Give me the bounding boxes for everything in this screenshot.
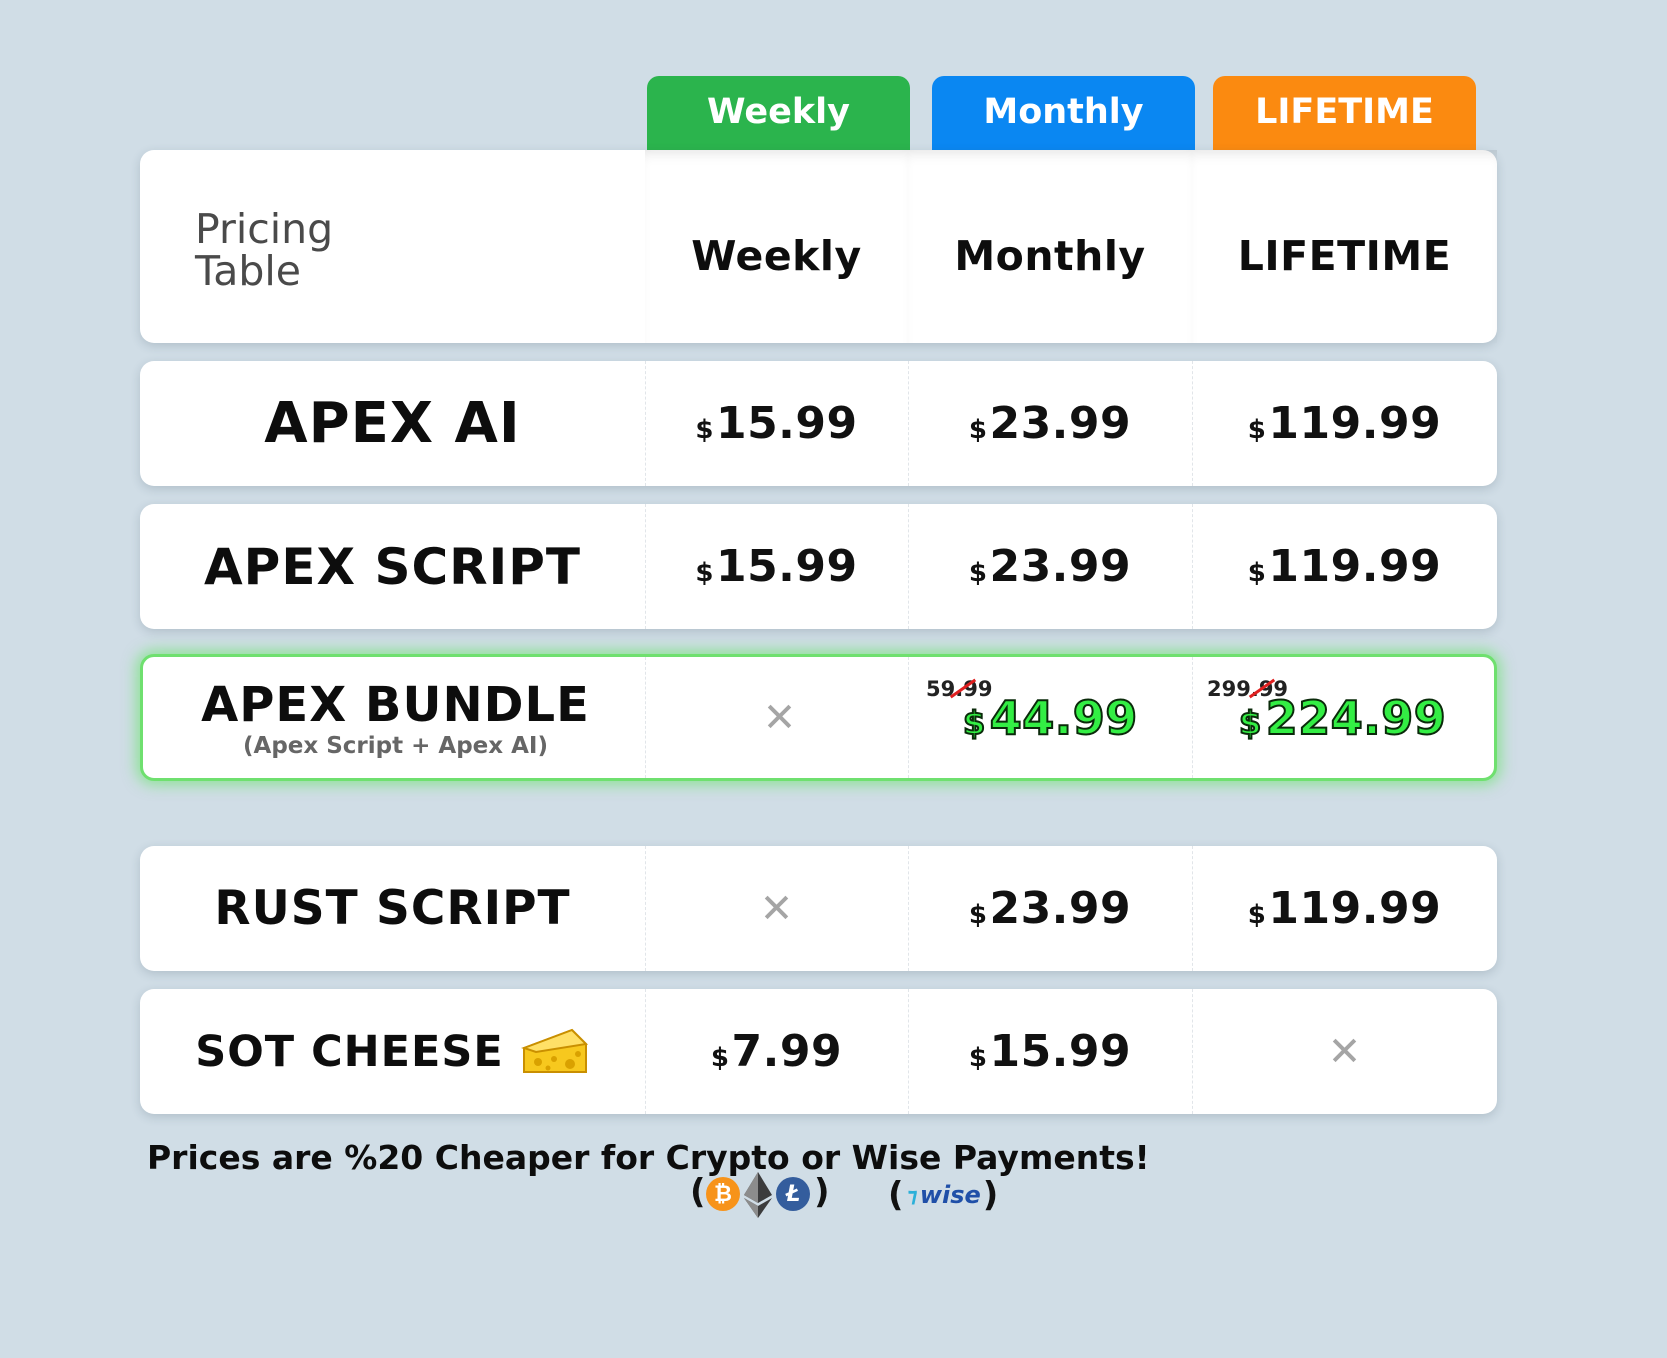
currency-symbol: $ bbox=[968, 415, 988, 445]
price-monthly: $23.99 bbox=[908, 361, 1192, 486]
product-name-cell: APEX SCRIPT bbox=[140, 504, 645, 629]
wise-label: wise bbox=[919, 1181, 981, 1209]
paren-open: ( bbox=[888, 1175, 904, 1215]
price-weekly: ✕ bbox=[648, 657, 911, 778]
price-monthly: $23.99 bbox=[908, 846, 1192, 971]
price-value: 119.99 bbox=[1268, 883, 1442, 934]
product-name-cell: APEX BUNDLE (Apex Script + Apex AI) bbox=[143, 657, 648, 778]
tab-weekly[interactable]: Weekly bbox=[647, 76, 910, 164]
unavailable-x-icon: ✕ bbox=[762, 694, 797, 741]
product-name: RUST SCRIPT bbox=[214, 881, 571, 936]
header-weekly: Weekly bbox=[645, 150, 908, 343]
currency-symbol: $ bbox=[968, 558, 988, 588]
price-lifetime: $119.99 bbox=[1192, 361, 1497, 486]
paren-close: ) bbox=[814, 1172, 830, 1212]
table-row-sot-cheese: SOT CHEESE $7.99 $15.99 ✕ bbox=[140, 989, 1497, 1114]
tab-lifetime[interactable]: LIFETIME bbox=[1213, 76, 1476, 164]
price-value: 15.99 bbox=[989, 1026, 1132, 1077]
unavailable-x-icon: ✕ bbox=[1327, 1028, 1362, 1075]
currency-symbol: $ bbox=[1238, 703, 1262, 743]
product-name: SOT CHEESE bbox=[195, 1026, 504, 1077]
price-value: 15.99 bbox=[715, 398, 858, 449]
paren-open: ( bbox=[690, 1172, 706, 1212]
price-lifetime: $119.99 bbox=[1192, 504, 1497, 629]
currency-symbol: $ bbox=[1247, 415, 1267, 445]
header-lifetime-label: LIFETIME bbox=[1237, 231, 1452, 280]
payment-note: Prices are %20 Cheaper for Crypto or Wis… bbox=[147, 1138, 1150, 1177]
ethereum-icon bbox=[744, 1172, 772, 1218]
wise-flag-icon: ⁊ bbox=[907, 1183, 918, 1207]
price-value: 44.99 bbox=[989, 690, 1139, 746]
tab-monthly-label: Monthly bbox=[983, 92, 1144, 132]
currency-symbol: $ bbox=[695, 558, 714, 588]
cheese-icon bbox=[520, 1028, 588, 1073]
table-row-apex-bundle: APEX BUNDLE (Apex Script + Apex AI) ✕ 59… bbox=[140, 654, 1497, 781]
table-row-apex-script: APEX SCRIPT $15.99 $23.99 $119.99 bbox=[140, 504, 1497, 629]
wise-logo: ( ⁊ wise ) bbox=[888, 1172, 998, 1218]
table-row-apex-ai: APEX AI $15.99 $23.99 $119.99 bbox=[140, 361, 1497, 486]
tab-lifetime-label: LIFETIME bbox=[1255, 92, 1434, 132]
page-title-line1: Pricing bbox=[195, 205, 334, 253]
header-monthly: Monthly bbox=[908, 150, 1192, 343]
currency-symbol: $ bbox=[968, 1043, 988, 1073]
product-name-cell: RUST SCRIPT bbox=[140, 846, 645, 971]
currency-symbol: $ bbox=[1247, 558, 1267, 588]
price-value: 23.99 bbox=[989, 883, 1132, 934]
product-name-cell: APEX AI bbox=[140, 361, 645, 486]
currency-symbol: $ bbox=[695, 415, 714, 445]
page-title-line2: Table bbox=[195, 247, 302, 295]
product-name: APEX BUNDLE bbox=[201, 676, 590, 733]
currency-symbol: $ bbox=[968, 900, 988, 930]
header-monthly-label: Monthly bbox=[954, 231, 1146, 280]
bitcoin-icon: ₿ bbox=[706, 1177, 740, 1211]
litecoin-icon: Ł bbox=[776, 1177, 810, 1211]
price-weekly: $7.99 bbox=[645, 989, 908, 1114]
header-weekly-label: Weekly bbox=[691, 231, 862, 280]
price-value: 119.99 bbox=[1268, 541, 1442, 592]
discount-price: $224.99 bbox=[1238, 690, 1447, 746]
price-value: 23.99 bbox=[989, 398, 1132, 449]
price-lifetime: $119.99 bbox=[1192, 846, 1497, 971]
discount-price: $44.99 bbox=[962, 690, 1139, 746]
currency-symbol: $ bbox=[710, 1043, 730, 1073]
price-value: 7.99 bbox=[731, 1026, 843, 1077]
crypto-icons: ( ₿ Ł ) bbox=[690, 1172, 830, 1218]
unavailable-x-icon: ✕ bbox=[759, 885, 794, 932]
product-name-cell: SOT CHEESE bbox=[140, 989, 645, 1114]
price-value: 15.99 bbox=[715, 541, 858, 592]
product-name: APEX SCRIPT bbox=[203, 537, 581, 596]
price-monthly: 59.99 $44.99 bbox=[911, 657, 1195, 778]
price-lifetime: ✕ bbox=[1192, 989, 1497, 1114]
currency-symbol: $ bbox=[1247, 900, 1267, 930]
paren-close: ) bbox=[982, 1175, 999, 1215]
product-name: APEX AI bbox=[264, 391, 521, 456]
price-value: 224.99 bbox=[1265, 690, 1447, 746]
price-monthly: $23.99 bbox=[908, 504, 1192, 629]
price-lifetime: 299.99 $224.99 bbox=[1195, 657, 1500, 778]
tab-weekly-label: Weekly bbox=[707, 92, 850, 132]
currency-symbol: $ bbox=[962, 703, 986, 743]
price-weekly: $15.99 bbox=[645, 361, 908, 486]
price-value: 23.99 bbox=[989, 541, 1132, 592]
tab-monthly[interactable]: Monthly bbox=[932, 76, 1195, 164]
price-monthly: $15.99 bbox=[908, 989, 1192, 1114]
table-row-rust-script: RUST SCRIPT ✕ $23.99 $119.99 bbox=[140, 846, 1497, 971]
page-title: Pricing Table bbox=[195, 208, 333, 292]
price-value: 119.99 bbox=[1268, 398, 1442, 449]
header-row: Pricing Table Weekly Monthly LIFETIME bbox=[140, 150, 1497, 343]
header-lifetime: LIFETIME bbox=[1192, 150, 1497, 343]
product-subtitle: (Apex Script + Apex AI) bbox=[243, 732, 548, 759]
price-weekly: ✕ bbox=[645, 846, 908, 971]
price-weekly: $15.99 bbox=[645, 504, 908, 629]
